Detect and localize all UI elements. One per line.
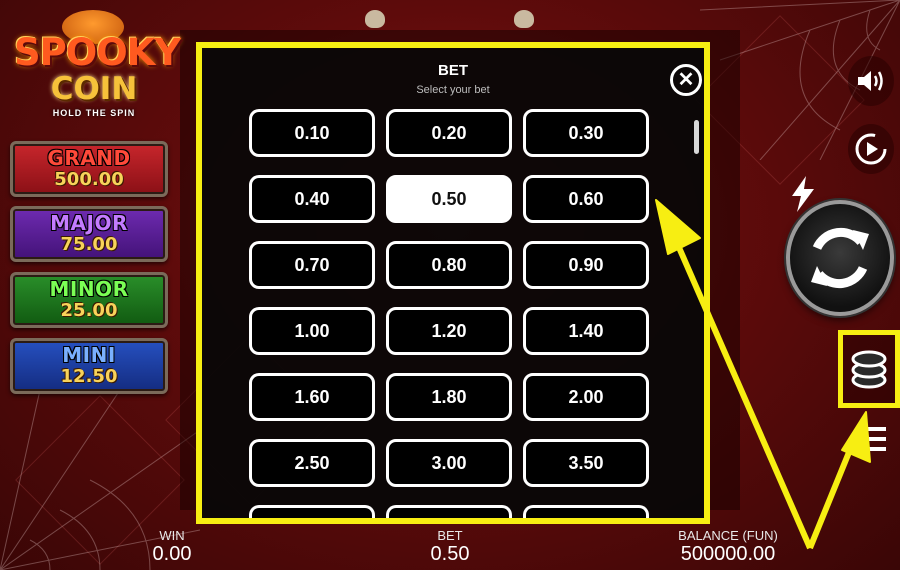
menu-icon[interactable]	[860, 424, 886, 454]
balance-label: BALANCE (FUN)	[678, 528, 778, 543]
jackpot-value: 25.00	[60, 300, 118, 321]
bet-option[interactable]: 1.60	[249, 373, 375, 421]
bet-option[interactable]: 1.20	[386, 307, 512, 355]
win-display: WIN 0.00	[140, 528, 204, 565]
jackpot-mini: MINI 12.50	[10, 338, 168, 394]
jackpot-name: MINI	[62, 343, 116, 367]
game-logo: SPOOKY COIN HOLD THE SPIN	[14, 8, 181, 128]
jackpot-name: GRAND	[47, 146, 131, 170]
logo-title: SPOOKY	[14, 31, 181, 74]
bet-option[interactable]: 0.80	[386, 241, 512, 289]
speaker-icon	[858, 71, 883, 91]
bet-option-partial[interactable]	[249, 505, 375, 518]
logo-coin: COIN	[50, 71, 138, 107]
balance-value: 500000.00	[680, 543, 776, 565]
skull-decoration	[365, 10, 385, 28]
jackpot-grand: GRAND 500.00	[10, 141, 168, 197]
bet-option[interactable]: 3.00	[386, 439, 512, 487]
bet-display: BET 0.50	[418, 528, 482, 565]
autoplay-button[interactable]	[848, 124, 894, 174]
bet-option[interactable]: 1.40	[523, 307, 649, 355]
jackpot-name: MINOR	[49, 277, 129, 301]
bet-label: BET	[437, 528, 463, 543]
jackpot-value: 12.50	[60, 366, 118, 387]
modal-subtitle: Select your bet	[416, 84, 490, 96]
jackpot-name: MAJOR	[50, 211, 128, 235]
bet-option[interactable]: 0.90	[523, 241, 649, 289]
win-label: WIN	[159, 528, 185, 543]
logo-subtitle: HOLD THE SPIN	[52, 108, 136, 118]
autoplay-icon	[855, 133, 887, 165]
coin-stack-icon	[851, 350, 887, 389]
jackpot-major: MAJOR 75.00	[10, 206, 168, 262]
bet-option[interactable]: 0.10	[249, 109, 375, 157]
skull-decoration	[514, 10, 534, 28]
bet-modal: BET Select your bet ✕ 0.10 0.20 0.30 0.4…	[196, 42, 710, 524]
jackpot-value: 75.00	[60, 234, 118, 255]
bet-option[interactable]: 1.80	[386, 373, 512, 421]
win-value: 0.00	[152, 543, 192, 565]
bet-option[interactable]: 0.40	[249, 175, 375, 223]
bet-option-partial[interactable]	[523, 505, 649, 518]
bet-option[interactable]: 0.70	[249, 241, 375, 289]
bet-option[interactable]: 2.50	[249, 439, 375, 487]
bet-option[interactable]: 3.50	[523, 439, 649, 487]
bet-option[interactable]: 0.30	[523, 109, 649, 157]
bet-options-grid: 0.10 0.20 0.30 0.40 0.50 0.60 0.70 0.80 …	[249, 109, 655, 518]
bet-option[interactable]: 0.60	[523, 175, 649, 223]
close-button[interactable]: ✕	[670, 64, 702, 96]
spin-arrows-icon	[811, 227, 869, 289]
balance-display: BALANCE (FUN) 500000.00	[662, 528, 794, 565]
modal-title: BET	[438, 62, 468, 79]
jackpot-minor: MINOR 25.00	[10, 272, 168, 328]
jackpot-value: 500.00	[54, 169, 124, 190]
bet-option[interactable]: 0.20	[386, 109, 512, 157]
sound-button[interactable]	[848, 56, 894, 106]
bet-option[interactable]: 1.00	[249, 307, 375, 355]
modal-scrollbar[interactable]	[694, 120, 699, 154]
close-icon: ✕	[677, 69, 695, 91]
bet-option[interactable]: 2.00	[523, 373, 649, 421]
bet-button[interactable]	[838, 330, 900, 408]
bet-option-selected[interactable]: 0.50	[386, 175, 512, 223]
bet-value: 0.50	[430, 543, 470, 565]
spin-button[interactable]	[786, 200, 894, 316]
bet-option-partial[interactable]	[386, 505, 512, 518]
